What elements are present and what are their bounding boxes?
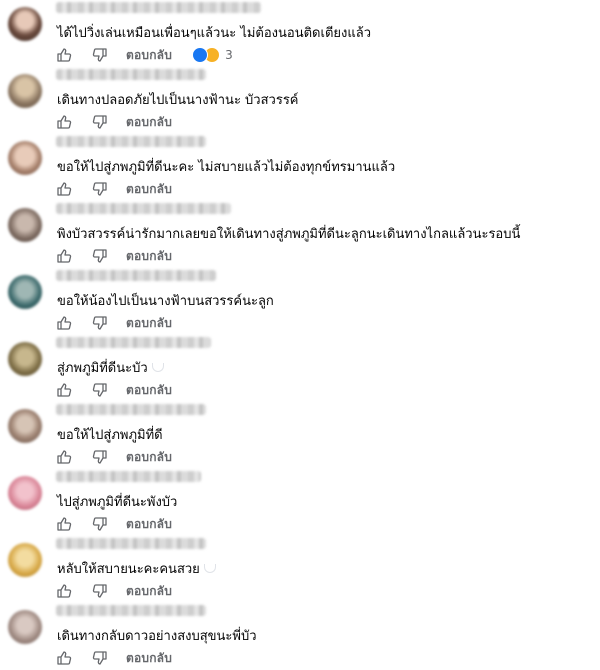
dislike-icon[interactable] — [92, 516, 108, 532]
heart-outline-icon — [151, 363, 164, 372]
avatar[interactable] — [8, 543, 42, 577]
comment-actions: ตอบกลับ — [56, 181, 172, 197]
dislike-icon[interactable] — [92, 315, 108, 331]
like-icon[interactable] — [56, 449, 72, 465]
comment-actions: ตอบกลับ — [56, 382, 172, 398]
like-icon[interactable] — [56, 114, 72, 130]
comment-actions: ตอบกลับ — [56, 114, 172, 130]
commenter-name-blurred[interactable] — [56, 538, 206, 549]
comment-item: ขอให้ไปสู่ภพภูมิที่ดีนะคะ ไม่สบายแล้วไม่… — [0, 134, 600, 201]
comment-item: เดินทางปลอดภัยไปเป็นนางฟ้านะ บัวสวรรค์ตอ… — [0, 67, 600, 134]
dislike-icon[interactable] — [92, 114, 108, 130]
comment-item: เดินทางกลับดาวอย่างสงบสุขนะพี่บัวตอบกลับ — [0, 603, 600, 670]
comment-body: ไปสู่ภพภูมิที่ดีนะพังบัว — [57, 495, 178, 510]
avatar[interactable] — [8, 208, 42, 242]
reaction-count: 3 — [225, 48, 233, 62]
comment-actions: ตอบกลับ 3 — [56, 47, 233, 63]
avatar[interactable] — [8, 342, 42, 376]
comment-text: เดินทางกลับดาวอย่างสงบสุขนะพี่บัว — [57, 625, 257, 646]
dislike-icon[interactable] — [92, 181, 108, 197]
reply-button[interactable]: ตอบกลับ — [126, 448, 172, 467]
like-icon[interactable] — [56, 47, 72, 63]
reply-button[interactable]: ตอบกลับ — [126, 180, 172, 199]
commenter-name-blurred[interactable] — [56, 2, 261, 13]
comment-text: ไปสู่ภพภูมิที่ดีนะพังบัว — [57, 491, 177, 512]
comment-body: ขอให้ไปสู่ภพภูมิที่ดีนะคะ ไม่สบายแล้วไม่… — [57, 160, 396, 175]
comment-body: เดินทางกลับดาวอย่างสงบสุขนะพี่บัว — [57, 629, 257, 644]
like-reaction-icon — [192, 47, 209, 63]
avatar[interactable] — [8, 409, 42, 443]
comment-body: ได้ไปวิ่งเล่นเหมือนเพื่อนๆแล้วนะ ไม่ต้อง… — [57, 26, 371, 41]
comment-text: ขอให้น้องไปเป็นนางฟ้าบนสวรรค์นะลูก — [57, 290, 274, 311]
commenter-name-blurred[interactable] — [56, 404, 206, 415]
reply-button[interactable]: ตอบกลับ — [126, 46, 172, 65]
like-icon[interactable] — [56, 181, 72, 197]
reply-button[interactable]: ตอบกลับ — [126, 247, 172, 266]
commenter-name-blurred[interactable] — [56, 471, 201, 482]
like-icon[interactable] — [56, 650, 72, 666]
comment-body: ขอให้น้องไปเป็นนางฟ้าบนสวรรค์นะลูก — [57, 294, 274, 309]
reply-button[interactable]: ตอบกลับ — [126, 582, 172, 601]
avatar[interactable] — [8, 610, 42, 644]
avatar[interactable] — [8, 476, 42, 510]
avatar[interactable] — [8, 275, 42, 309]
comment-text: พิงบัวสวรรค์น่ารักมากเลยขอให้เดินทางสู่ภ… — [57, 223, 520, 244]
commenter-name-blurred[interactable] — [56, 136, 206, 147]
like-icon[interactable] — [56, 248, 72, 264]
comment-actions: ตอบกลับ — [56, 315, 172, 331]
comment-text: ขอให้ไปสู่ภพภูมิที่ดี — [57, 424, 163, 445]
heart-outline-icon — [203, 564, 216, 573]
comment-actions: ตอบกลับ — [56, 248, 172, 264]
avatar[interactable] — [8, 7, 42, 41]
comment-text: ขอให้ไปสู่ภพภูมิที่ดีนะคะ ไม่สบายแล้วไม่… — [57, 156, 395, 177]
like-icon[interactable] — [56, 315, 72, 331]
like-icon[interactable] — [56, 583, 72, 599]
reply-button[interactable]: ตอบกลับ — [126, 113, 172, 132]
comment-actions: ตอบกลับ — [56, 650, 172, 666]
commenter-name-blurred[interactable] — [56, 605, 206, 616]
comment-text: เดินทางปลอดภัยไปเป็นนางฟ้านะ บัวสวรรค์ — [57, 89, 299, 110]
comment-actions: ตอบกลับ — [56, 449, 172, 465]
comment-item: ขอให้น้องไปเป็นนางฟ้าบนสวรรค์นะลูกตอบกลั… — [0, 268, 600, 335]
reply-button[interactable]: ตอบกลับ — [126, 314, 172, 333]
dislike-icon[interactable] — [92, 47, 108, 63]
comment-item: ได้ไปวิ่งเล่นเหมือนเพื่อนๆแล้วนะ ไม่ต้อง… — [0, 0, 600, 67]
comment-body: ขอให้ไปสู่ภพภูมิที่ดี — [57, 428, 163, 443]
avatar[interactable] — [8, 141, 42, 175]
commenter-name-blurred[interactable] — [56, 270, 216, 281]
comment-body: เดินทางปลอดภัยไปเป็นนางฟ้านะ บัวสวรรค์ — [57, 93, 299, 108]
reply-button[interactable]: ตอบกลับ — [126, 515, 172, 534]
comment-actions: ตอบกลับ — [56, 516, 172, 532]
reply-button[interactable]: ตอบกลับ — [126, 381, 172, 400]
commenter-name-blurred[interactable] — [56, 203, 231, 214]
comment-item: สู่ภพภูมิที่ดีนะบัวตอบกลับ — [0, 335, 600, 402]
dislike-icon[interactable] — [92, 248, 108, 264]
comment-text: หลับให้สบายนะคะคนสวย — [57, 558, 216, 579]
comment-actions: ตอบกลับ — [56, 583, 172, 599]
comment-body: พิงบัวสวรรค์น่ารักมากเลยขอให้เดินทางสู่ภ… — [57, 227, 521, 242]
dislike-icon[interactable] — [92, 583, 108, 599]
like-icon[interactable] — [56, 516, 72, 532]
dislike-icon[interactable] — [92, 449, 108, 465]
reaction-summary[interactable]: 3 — [192, 47, 233, 63]
like-icon[interactable] — [56, 382, 72, 398]
dislike-icon[interactable] — [92, 382, 108, 398]
comment-body: สู่ภพภูมิที่ดีนะบัว — [57, 361, 148, 376]
comment-item: พิงบัวสวรรค์น่ารักมากเลยขอให้เดินทางสู่ภ… — [0, 201, 600, 268]
avatar[interactable] — [8, 74, 42, 108]
comment-item: ไปสู่ภพภูมิที่ดีนะพังบัวตอบกลับ — [0, 469, 600, 536]
comment-body: หลับให้สบายนะคะคนสวย — [57, 562, 200, 577]
comment-text: ได้ไปวิ่งเล่นเหมือนเพื่อนๆแล้วนะ ไม่ต้อง… — [57, 22, 371, 43]
comment-item: ขอให้ไปสู่ภพภูมิที่ดีตอบกลับ — [0, 402, 600, 469]
comment-text: สู่ภพภูมิที่ดีนะบัว — [57, 357, 164, 378]
dislike-icon[interactable] — [92, 650, 108, 666]
reply-button[interactable]: ตอบกลับ — [126, 649, 172, 668]
comment-item: หลับให้สบายนะคะคนสวยตอบกลับ — [0, 536, 600, 603]
commenter-name-blurred[interactable] — [56, 337, 211, 348]
commenter-name-blurred[interactable] — [56, 69, 206, 80]
